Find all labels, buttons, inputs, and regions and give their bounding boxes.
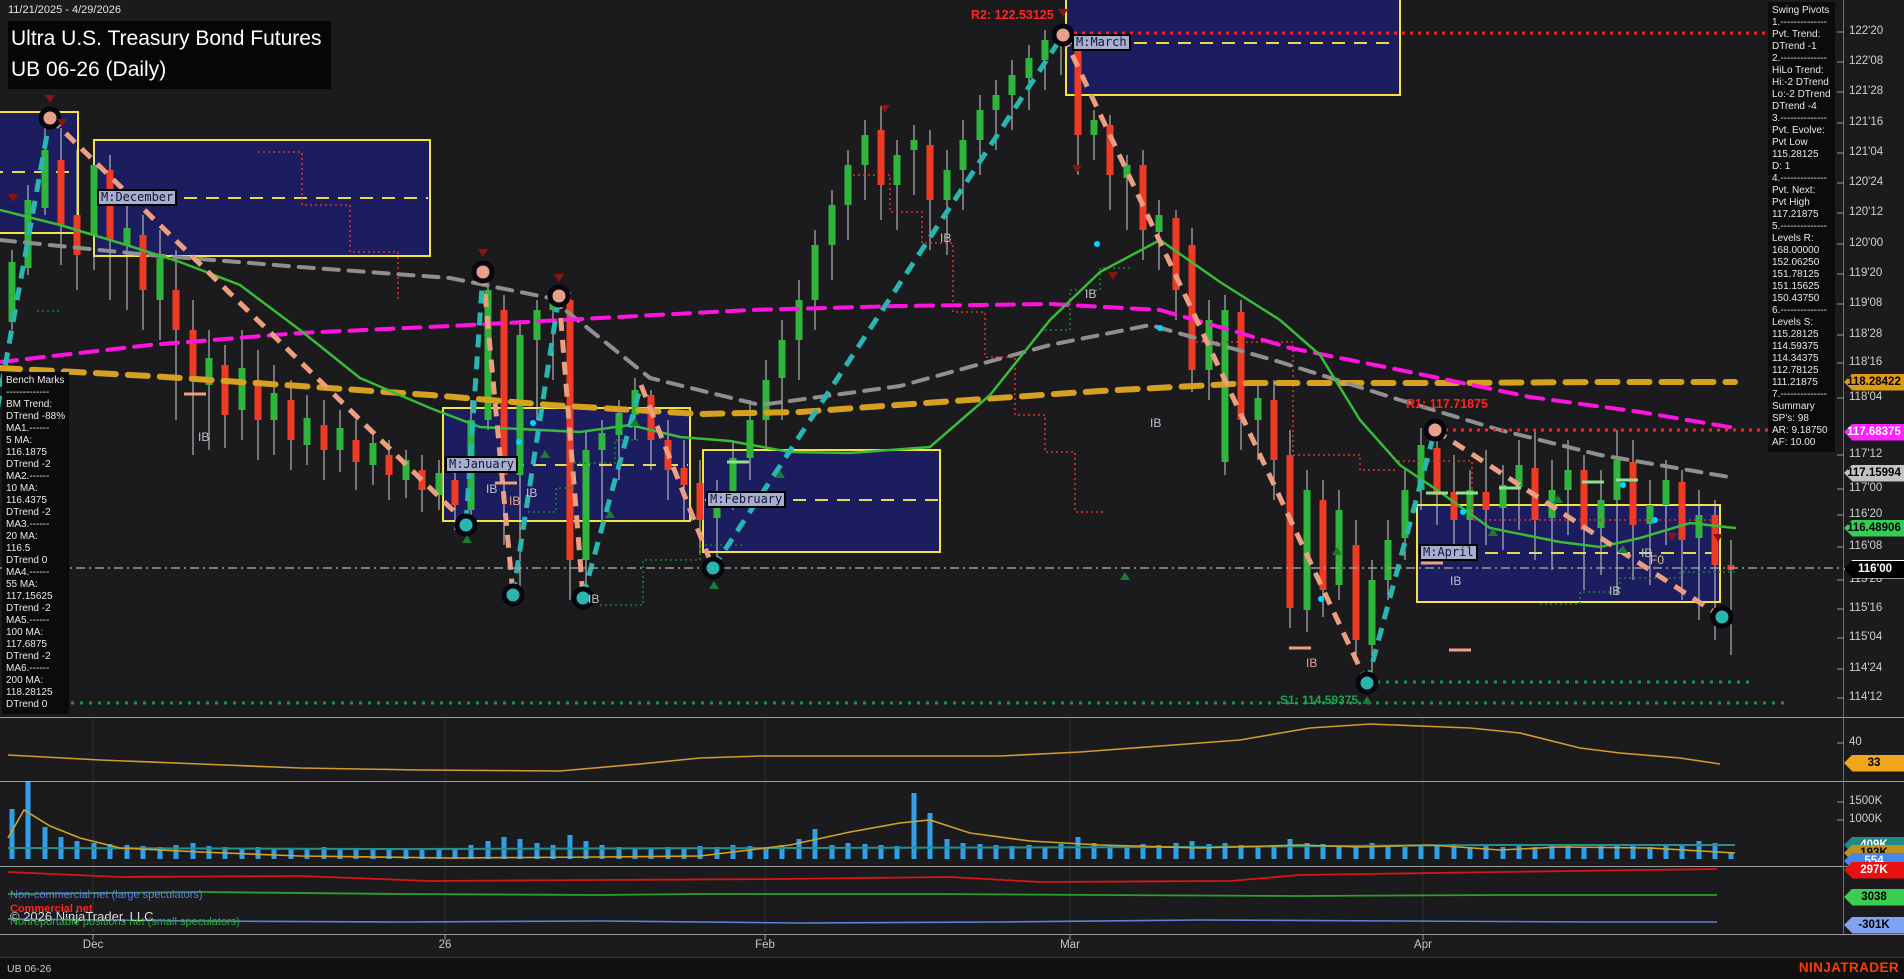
ninjatrader-chart-window: 11/21/2025 - 4/29/2026 Ultra U.S. Treasu…	[0, 0, 1904, 979]
grid-layer	[93, 718, 1423, 933]
volume-panel-layer	[8, 781, 1735, 859]
cot-panel-layer	[8, 869, 1717, 923]
ninjatrader-logo: NINJATRADER	[1799, 960, 1899, 975]
instrument-label: UB 06-26	[7, 963, 51, 975]
indicator-panel-layer	[8, 724, 1720, 771]
status-bar: UB 06-26 NINJATRADER	[0, 957, 1904, 979]
chart-canvas[interactable]	[0, 0, 1904, 979]
